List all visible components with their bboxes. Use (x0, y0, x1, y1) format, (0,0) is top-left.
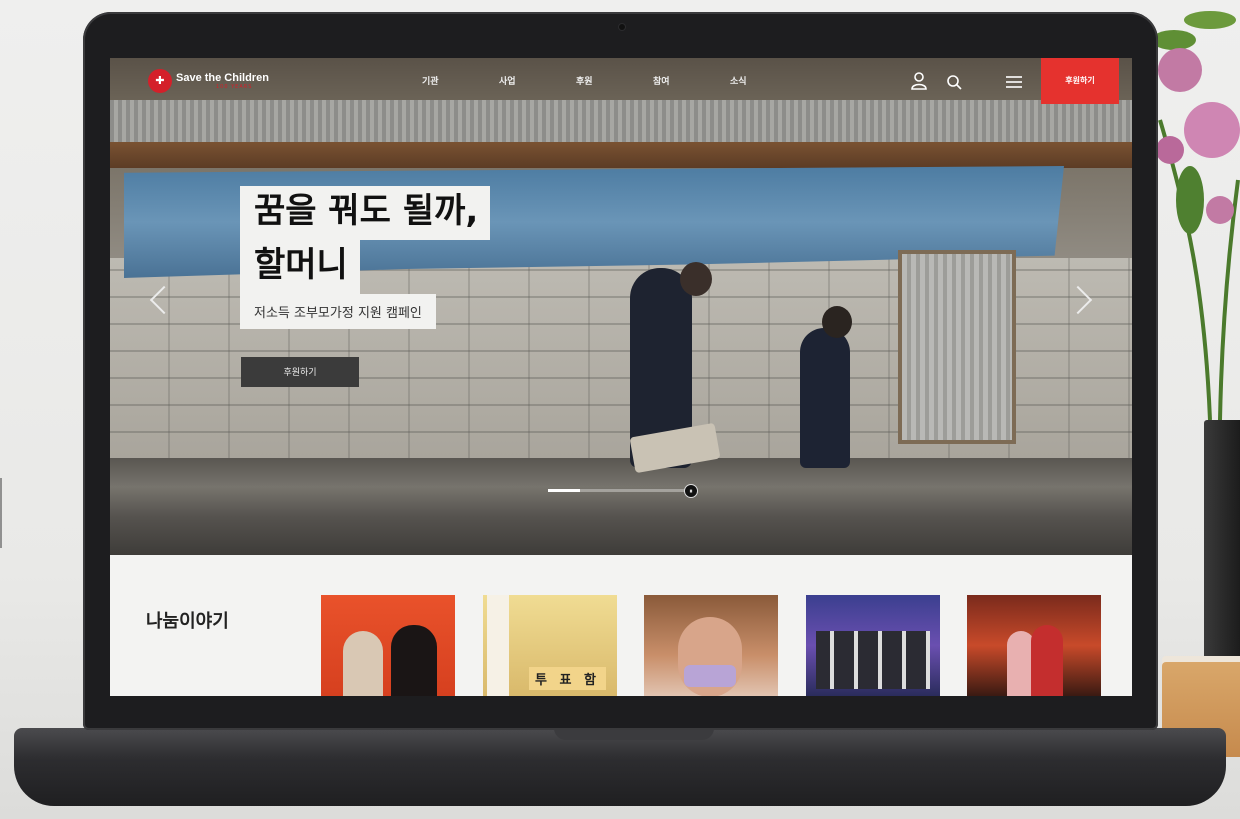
slider-progress (548, 489, 694, 492)
pause-icon[interactable]: ⏸ (684, 484, 698, 498)
hero-girl-head (822, 306, 852, 338)
hero-donate-button[interactable]: 후원하기 (241, 357, 359, 387)
logo-name: Save the Children (176, 72, 269, 84)
hero-banner: 꿈을 꿔도 될까, 할머니 저소득 조부모가정 지원 캠페인 후원하기 ⏸ (110, 58, 1132, 555)
main-nav: 기관 사업 후원 참여 소식 (422, 74, 807, 87)
story-person (1031, 625, 1063, 696)
story-card[interactable] (321, 595, 455, 696)
hero-grandmother-head (680, 262, 712, 296)
header-donate-button[interactable]: 후원하기 (1041, 58, 1119, 104)
logo-tag: 100 YEARS (216, 84, 253, 90)
hero-subtitle: 저소득 조부모가정 지원 캠페인 (240, 294, 436, 329)
hero-title-line2: 할머니 (240, 240, 360, 294)
user-icon[interactable] (910, 71, 928, 91)
story-card[interactable]: 투 표 함 (483, 595, 617, 696)
story-mask (684, 665, 736, 687)
stories-section: 나눔이야기 투 표 함 (110, 555, 1132, 696)
hero-door (898, 250, 1016, 444)
website-screen: 꿈을 꿔도 될까, 할머니 저소득 조부모가정 지원 캠페인 후원하기 ⏸ ✚ … (110, 58, 1132, 696)
search-icon[interactable] (946, 74, 962, 90)
nav-item-projects[interactable]: 사업 (499, 74, 576, 87)
nav-item-organization[interactable]: 기관 (422, 74, 499, 87)
story-person (487, 595, 509, 696)
laptop-base (14, 728, 1226, 806)
hero-beam (110, 142, 1132, 168)
story-person (391, 625, 437, 696)
nav-item-donation[interactable]: 후원 (576, 74, 653, 87)
stories-title: 나눔이야기 (146, 611, 229, 632)
hero-road (110, 458, 1132, 555)
site-logo[interactable]: ✚ Save the Children 100 YEARS (148, 69, 269, 93)
menu-icon[interactable] (1006, 76, 1022, 88)
story-group (816, 631, 930, 689)
story-caption: 투 표 함 (529, 667, 606, 690)
story-card[interactable] (644, 595, 778, 696)
story-person (343, 631, 383, 696)
logo-mark-icon: ✚ (148, 69, 172, 93)
flower-plant-decoration (1152, 11, 1240, 420)
site-header: ✚ Save the Children 100 YEARS 기관 사업 후원 참… (110, 58, 1132, 106)
hero-girl (800, 328, 850, 468)
edge-mark (0, 478, 6, 548)
nav-item-participation[interactable]: 참여 (653, 74, 730, 87)
logo-text: Save the Children 100 YEARS (176, 72, 269, 90)
hero-roof (110, 100, 1132, 146)
nav-item-news[interactable]: 소식 (730, 74, 807, 87)
story-card[interactable] (806, 595, 940, 696)
hero-title-line1: 꿈을 꿔도 될까, (240, 186, 491, 240)
slider-progress-fill (548, 489, 580, 492)
story-card[interactable] (967, 595, 1101, 696)
camera-icon (619, 24, 625, 30)
plant-pot (1204, 420, 1240, 670)
hero-title: 꿈을 꿔도 될까, 할머니 (240, 186, 491, 294)
